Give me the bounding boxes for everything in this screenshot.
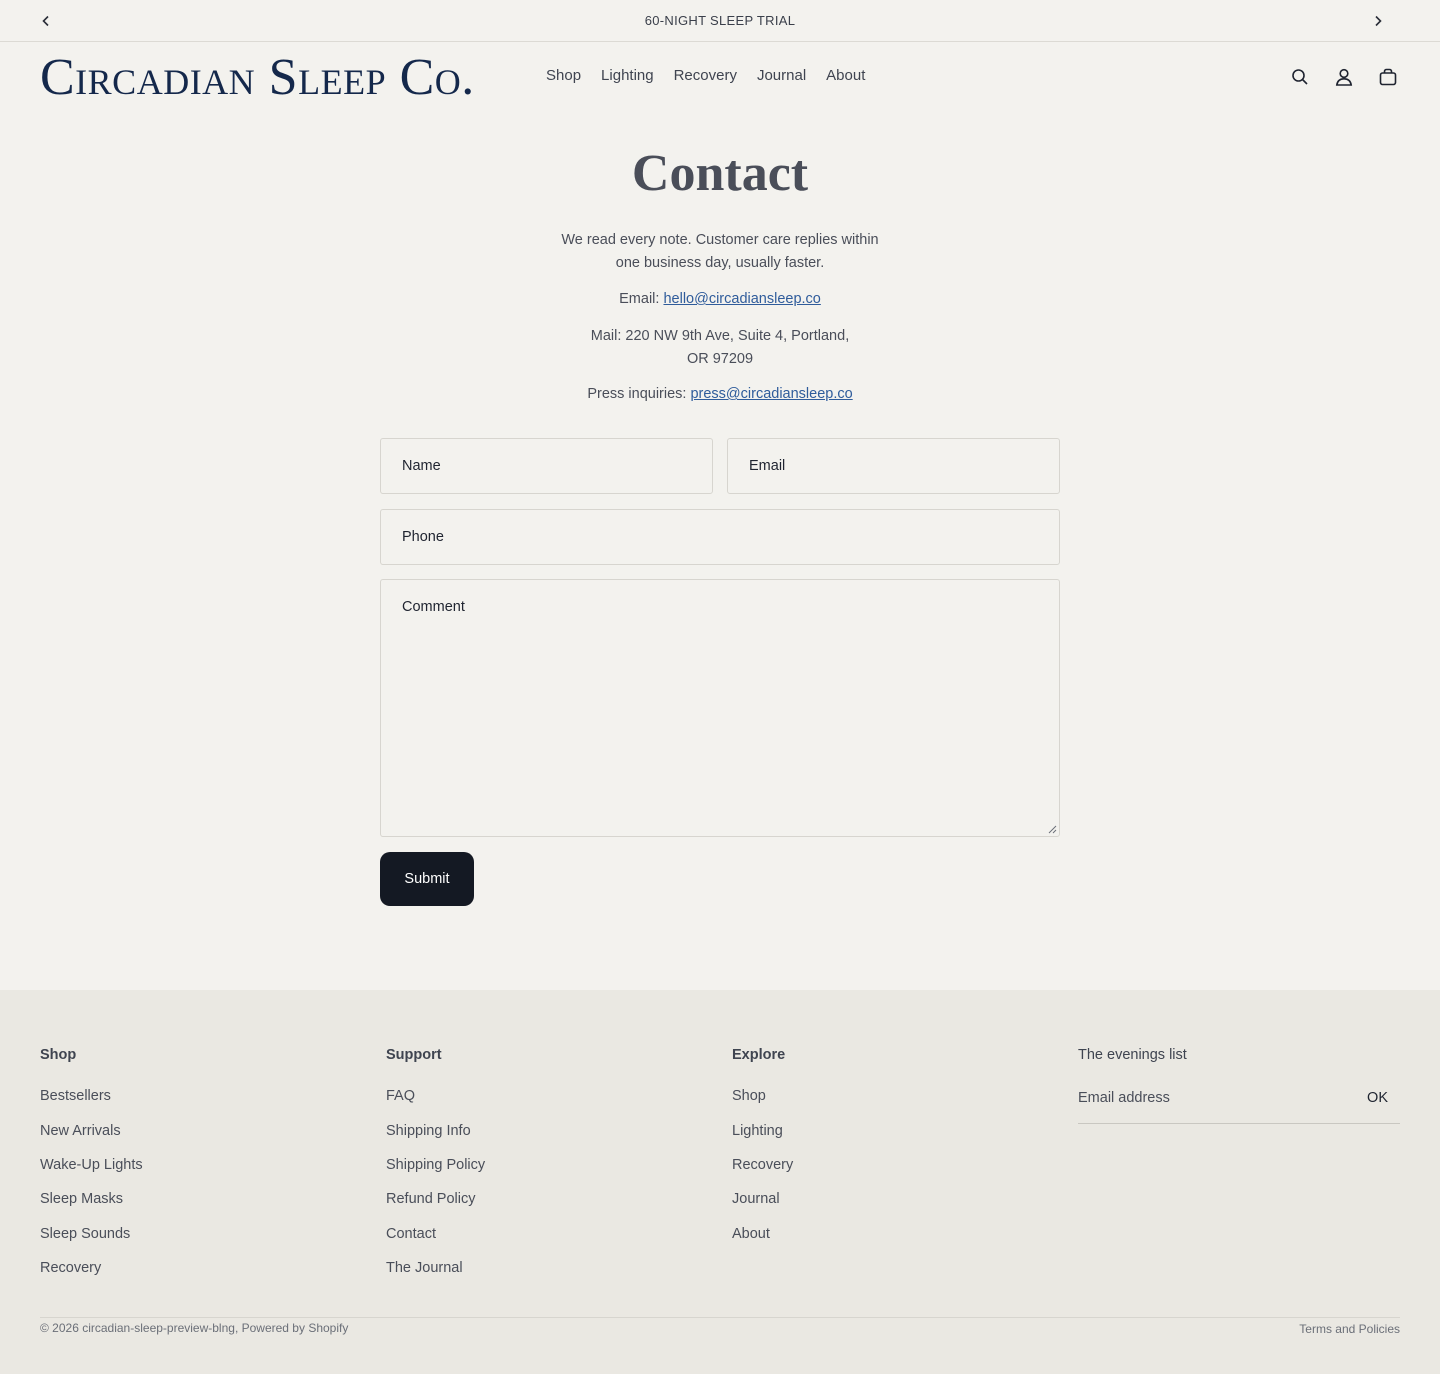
phone-input[interactable]: Phone [380, 509, 1060, 565]
footer-link[interactable]: Lighting [732, 1123, 783, 1139]
footer-explore-column: Explore Shop Lighting Recovery Journal A… [732, 1047, 793, 1242]
terms-link[interactable]: Terms and Policies [1299, 1322, 1400, 1336]
footer-link[interactable]: Recovery [40, 1260, 101, 1276]
chevron-right-icon[interactable] [1367, 10, 1389, 32]
submit-button[interactable]: Submit [380, 852, 474, 906]
footer-link[interactable]: Journal [732, 1191, 780, 1207]
footer-link[interactable]: Shop [732, 1088, 766, 1104]
email-placeholder: Email [749, 458, 786, 474]
press-label: Press inquiries: [587, 386, 691, 402]
footer-link[interactable]: Contact [386, 1226, 436, 1242]
footer-link[interactable]: Shipping Info [386, 1123, 471, 1139]
footer-link[interactable]: FAQ [386, 1088, 415, 1104]
footer-link[interactable]: Recovery [732, 1157, 793, 1173]
footer-support-column: Support FAQ Shipping Info Shipping Polic… [386, 1047, 485, 1276]
footer-link[interactable]: Sleep Masks [40, 1191, 123, 1207]
newsletter-email-input[interactable]: Email address OK [1078, 1086, 1400, 1124]
site-footer: Shop Bestsellers New Arrivals Wake-Up Li… [0, 990, 1440, 1374]
email-label: Email: [619, 291, 664, 307]
header-icons [1288, 65, 1400, 89]
email-input[interactable]: Email [727, 438, 1060, 494]
footer-link[interactable]: New Arrivals [40, 1123, 121, 1139]
footer-link[interactable]: Wake-Up Lights [40, 1157, 143, 1173]
intro-text: We read every note. Customer care replie… [561, 232, 879, 271]
bag-icon[interactable] [1376, 65, 1400, 89]
nav-recovery[interactable]: Recovery [674, 67, 737, 84]
site-header: Circadian Sleep Co. Shop Lighting Recove… [0, 43, 1440, 113]
footer-explore-heading: Explore [732, 1047, 786, 1063]
newsletter-title: The evenings list [1078, 1047, 1187, 1063]
newsletter-ok-button[interactable]: OK [1367, 1090, 1388, 1106]
name-placeholder: Name [402, 458, 441, 474]
nav-shop[interactable]: Shop [546, 67, 581, 84]
mail-line-2: OR 97209 [686, 351, 754, 367]
press-email-link[interactable]: press@circadiansleep.co [690, 386, 852, 402]
comment-textarea[interactable]: Comment [380, 579, 1060, 837]
newsletter-placeholder: Email address [1078, 1090, 1170, 1106]
name-input[interactable]: Name [380, 438, 713, 494]
chevron-left-icon[interactable] [35, 10, 57, 32]
footer-support-heading: Support [386, 1047, 442, 1063]
nav-journal[interactable]: Journal [757, 67, 806, 84]
comment-placeholder: Comment [402, 599, 465, 615]
email-link[interactable]: hello@circadiansleep.co [663, 291, 820, 307]
footer-link[interactable]: Refund Policy [386, 1191, 475, 1207]
nav-lighting[interactable]: Lighting [601, 67, 654, 84]
main-nav: Shop Lighting Recovery Journal About [546, 67, 885, 84]
contact-email-line: Email: hello@circadiansleep.co [520, 288, 920, 311]
footer-divider [40, 1317, 1400, 1318]
footer-shop-column: Shop Bestsellers New Arrivals Wake-Up Li… [40, 1047, 143, 1276]
footer-link[interactable]: The Journal [386, 1260, 463, 1276]
announcement-bar: 60-NIGHT SLEEP TRIAL [0, 0, 1440, 42]
footer-link[interactable]: Sleep Sounds [40, 1226, 130, 1242]
footer-link[interactable]: About [732, 1226, 770, 1242]
mail-address: Mail: 220 NW 9th Ave, Suite 4, Portland,… [520, 325, 920, 371]
page-title: Contact [631, 145, 809, 202]
footer-link[interactable]: Shipping Policy [386, 1157, 485, 1173]
announcement-text: 60-NIGHT SLEEP TRIAL [644, 13, 796, 28]
mail-line-1: Mail: 220 NW 9th Ave, Suite 4, Portland, [590, 328, 850, 344]
copyright: © 2026 circadian-sleep-preview-blng, Pow… [40, 1321, 349, 1335]
site-logo[interactable]: Circadian Sleep Co. [40, 51, 475, 105]
nav-about[interactable]: About [826, 67, 865, 84]
press-line: Press inquiries: press@circadiansleep.co [520, 383, 920, 406]
user-icon[interactable] [1332, 65, 1356, 89]
footer-link[interactable]: Bestsellers [40, 1088, 111, 1104]
footer-shop-heading: Shop [40, 1047, 77, 1063]
search-icon[interactable] [1288, 65, 1312, 89]
phone-placeholder: Phone [402, 529, 444, 545]
resize-handle-icon[interactable] [1048, 825, 1057, 834]
